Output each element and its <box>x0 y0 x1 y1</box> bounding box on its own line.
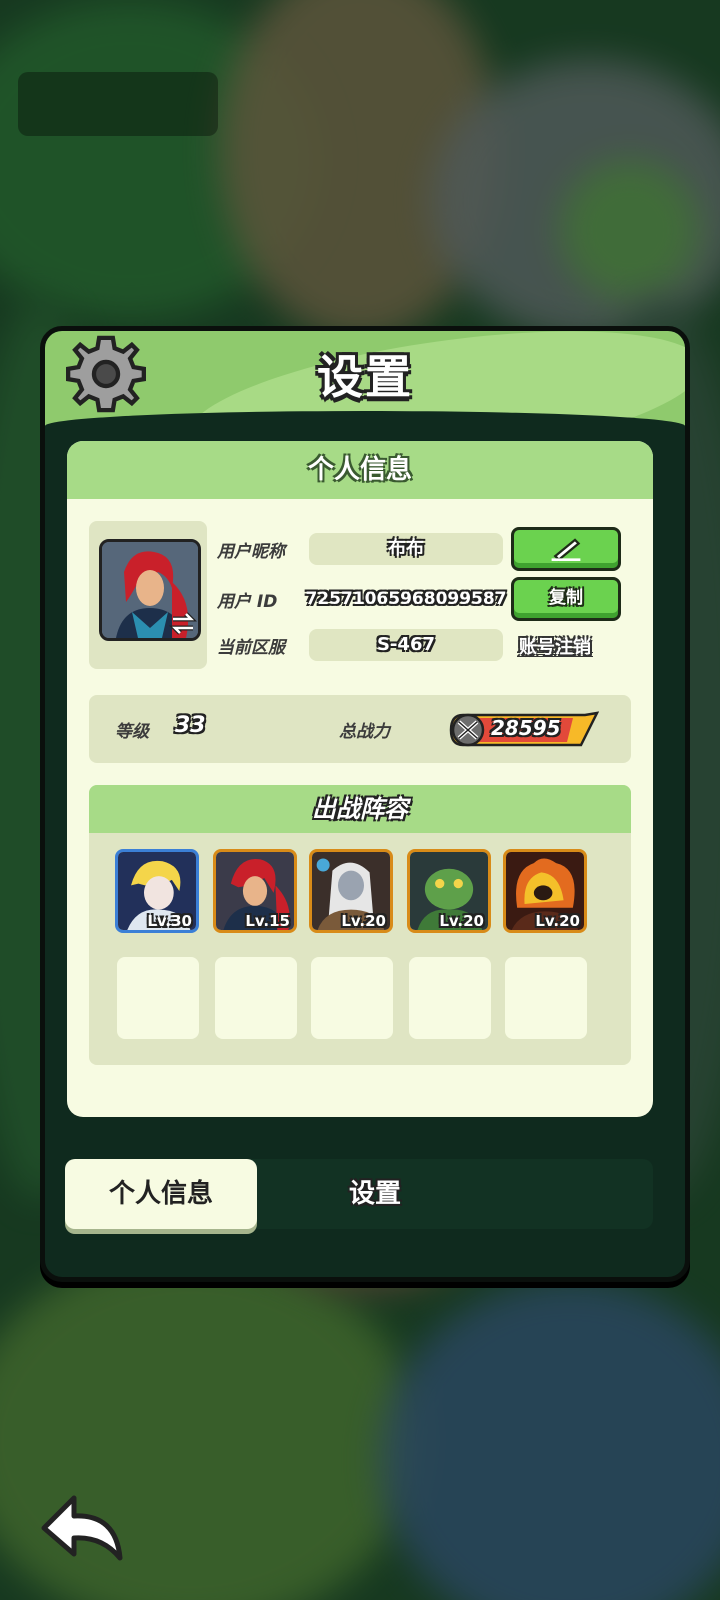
level-label: 等级 <box>115 722 149 742</box>
empty-slot[interactable] <box>505 957 587 1039</box>
hero-level: Lv.20 <box>341 912 386 930</box>
tab-settings[interactable]: 设置 <box>285 1159 465 1229</box>
server-value: S-467 <box>309 629 503 661</box>
hero-level: Lv.30 <box>147 912 192 930</box>
power-label: 总战力 <box>339 722 390 742</box>
server-label: 当前区服 <box>217 638 285 658</box>
lineup-panel: 出战阵容 Lv.30 Lv.15 Lv.20 Lv.20 Lv.20 <box>89 785 631 1065</box>
stats-row: 等级 33 总战力 28595 <box>89 695 631 763</box>
nickname-value: 布布 <box>309 533 503 565</box>
avatar-swap-icon[interactable] <box>169 609 197 637</box>
personal-info-panel: 个人信息 用户昵称 布布 <box>67 441 653 1117</box>
lineup-heading: 出战阵容 <box>89 785 631 833</box>
hero-slot-3[interactable]: Lv.20 <box>309 849 393 933</box>
hero-level: Lv.15 <box>245 912 290 930</box>
settings-dialog: 设置 个人信息 用户昵称 布布 <box>40 326 690 1282</box>
user-id-label: 用户 ID <box>217 592 278 612</box>
hero-level: Lv.20 <box>535 912 580 930</box>
empty-slot[interactable] <box>117 957 199 1039</box>
cancel-account-link[interactable]: 账号注销 <box>519 633 591 659</box>
personal-info-heading: 个人信息 <box>67 441 653 499</box>
empty-slot[interactable] <box>409 957 491 1039</box>
back-arrow-icon[interactable] <box>40 1492 126 1564</box>
pencil-icon <box>551 538 581 562</box>
hero-slot-4[interactable]: Lv.20 <box>407 849 491 933</box>
hero-slot-1[interactable]: Lv.30 <box>115 849 199 933</box>
hero-level: Lv.20 <box>439 912 484 930</box>
tab-personal-info[interactable]: 个人信息 <box>65 1159 257 1229</box>
dialog-title: 设置 <box>317 350 413 404</box>
empty-slot[interactable] <box>311 957 393 1039</box>
avatar-container[interactable] <box>89 521 207 669</box>
copy-id-button[interactable]: 复制 <box>511 577 621 621</box>
user-id-value: 7257106596809958​7 <box>305 589 507 609</box>
hero-slot-5[interactable]: Lv.20 <box>503 849 587 933</box>
power-badge: 28595 <box>449 711 599 747</box>
top-status-bar <box>18 72 218 136</box>
power-value: 28595 <box>491 716 561 740</box>
empty-slot[interactable] <box>215 957 297 1039</box>
hero-slot-2[interactable]: Lv.15 <box>213 849 297 933</box>
edit-nickname-button[interactable] <box>511 527 621 571</box>
tab-bar: 个人信息 设置 <box>65 1159 653 1229</box>
nickname-label: 用户昵称 <box>217 542 285 562</box>
level-value: 33 <box>175 713 206 738</box>
